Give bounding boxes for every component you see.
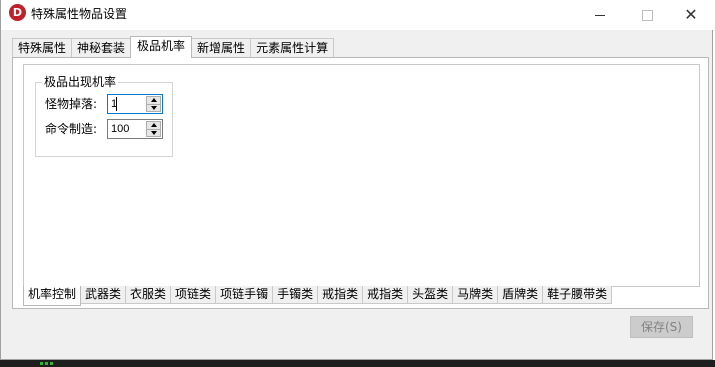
tab-shoes-belts[interactable]: 鞋子腰带类 [542, 286, 613, 304]
monster-drop-spin-buttons [146, 96, 161, 112]
taskbar-strip [0, 360, 715, 367]
monster-drop-label: 怪物掉落: [45, 97, 98, 111]
indicator-mark [50, 362, 53, 365]
tab-rare-probability[interactable]: 极品机率 [130, 36, 193, 58]
monster-drop-decrement-button[interactable] [146, 104, 161, 112]
indicator-mark [40, 362, 43, 365]
tab-clothes[interactable]: 衣服类 [125, 286, 172, 304]
monster-drop-stepper[interactable]: 1 [107, 94, 163, 114]
settings-window: D 特殊属性物品设置 ✕ 特殊属性 神秘套装 极品机率 新增属性 元素属性计算 … [0, 0, 714, 360]
close-icon: ✕ [684, 5, 698, 24]
tab-element-calculation[interactable]: 元素属性计算 [250, 38, 335, 57]
close-button[interactable]: ✕ [668, 0, 714, 30]
tab-bracelets[interactable]: 手镯类 [272, 286, 319, 304]
app-logo-icon: D [9, 4, 26, 21]
tab-weapons[interactable]: 武器类 [80, 286, 127, 304]
taskbar-indicators [40, 362, 53, 365]
command-craft-decrement-button[interactable] [146, 129, 161, 137]
text-caret [116, 97, 117, 111]
indicator-mark [45, 362, 48, 365]
command-craft-stepper[interactable]: 100 [107, 119, 163, 139]
window-title: 特殊属性物品设置 [31, 7, 128, 21]
title-bar[interactable]: D 特殊属性物品设置 ✕ [1, 0, 714, 30]
save-button[interactable]: 保存(S) [630, 316, 693, 338]
maximize-icon [641, 9, 653, 21]
tab-necklace-bracelets[interactable]: 项链手镯 [215, 286, 274, 304]
command-craft-value[interactable]: 100 [111, 122, 129, 136]
maximize-button[interactable] [624, 0, 670, 30]
tab-shields[interactable]: 盾牌类 [497, 286, 544, 304]
tab-necklaces[interactable]: 项链类 [170, 286, 217, 304]
arrow-up-icon [150, 98, 157, 103]
tab-added-attributes[interactable]: 新增属性 [191, 38, 252, 57]
arrow-down-icon [150, 130, 157, 135]
monster-drop-increment-button[interactable] [146, 96, 161, 105]
tab-mystery-sets[interactable]: 神秘套装 [71, 38, 132, 57]
minimize-button[interactable] [577, 0, 623, 30]
top-tab-strip: 特殊属性 神秘套装 极品机率 新增属性 元素属性计算 [12, 36, 335, 58]
arrow-up-icon [150, 123, 157, 128]
command-craft-increment-button[interactable] [146, 121, 161, 130]
command-craft-label: 命令制造: [45, 122, 98, 136]
bottom-tab-strip: 机率控制 武器类 衣服类 项链类 项链手镯 手镯类 戒指类 戒指类 头盔类 马牌… [23, 286, 613, 306]
tab-panel: 极品出现机率 怪物掉落: 1 命令制造: 100 机率控制 武器类 衣服类 项链… [12, 57, 709, 309]
tab-special-attributes[interactable]: 特殊属性 [12, 38, 73, 57]
arrow-down-icon [150, 105, 157, 110]
tab-horse-badges[interactable]: 马牌类 [452, 286, 499, 304]
probability-control-panel: 极品出现机率 怪物掉落: 1 命令制造: 100 [23, 64, 700, 287]
tab-rings-1[interactable]: 戒指类 [317, 286, 364, 304]
minimize-icon [595, 14, 605, 16]
tab-probability-control[interactable]: 机率控制 [23, 286, 82, 306]
command-craft-spin-buttons [146, 121, 161, 137]
tab-rings-2[interactable]: 戒指类 [362, 286, 409, 304]
groupbox-title: 极品出现机率 [42, 74, 119, 90]
tab-helmets[interactable]: 头盔类 [407, 286, 454, 304]
rare-probability-groupbox: 极品出现机率 怪物掉落: 1 命令制造: 100 [35, 74, 173, 157]
